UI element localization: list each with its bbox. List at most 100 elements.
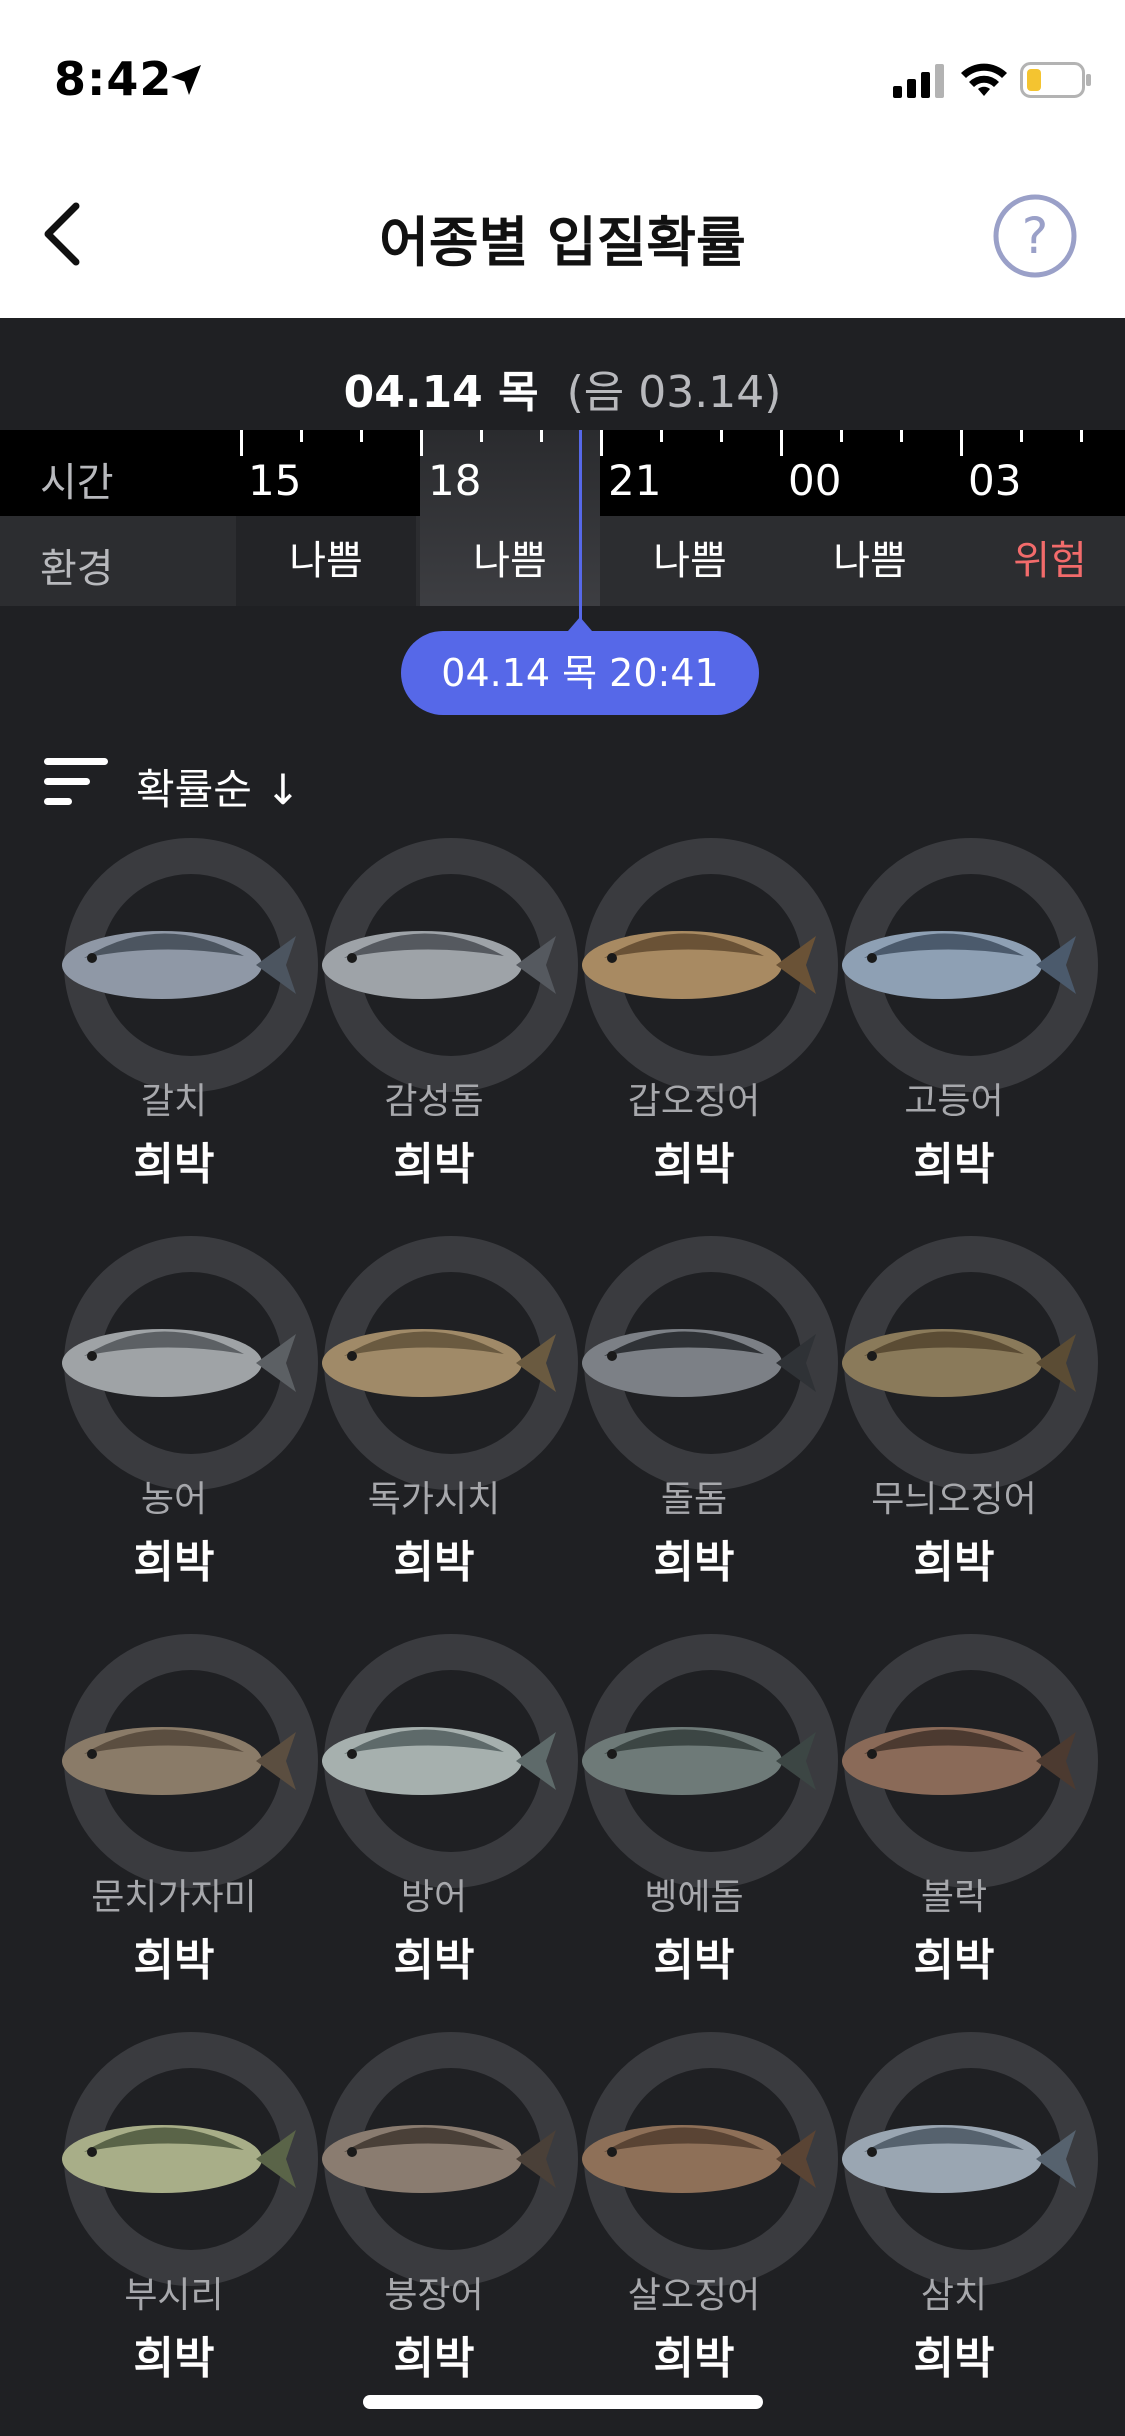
svg-text:?: ? — [1022, 207, 1049, 265]
sort-label: 확률순 ↓ — [136, 765, 301, 814]
hour-label: 21 — [608, 456, 662, 505]
wifi-icon — [961, 63, 1007, 96]
lunar-date-label: (음 03.14) — [566, 367, 782, 418]
fish-card[interactable]: 문치가자미희박 — [44, 1634, 318, 2024]
fish-illustration-icon — [582, 1727, 816, 1795]
condition-cell[interactable]: 나쁨 — [780, 516, 960, 606]
timeline-tick — [840, 430, 843, 442]
fish-illustration-icon — [62, 931, 296, 999]
fish-card[interactable]: 독가시치희박 — [304, 1236, 578, 1626]
fish-name: 감성돔 — [384, 1081, 484, 1122]
fish-card[interactable]: 방어희박 — [304, 1634, 578, 2024]
fish-probability: 희박 — [393, 2333, 475, 2384]
timeline-tick — [660, 430, 663, 442]
fish-illustration-icon — [62, 2125, 296, 2193]
fish-probability: 희박 — [653, 1935, 735, 1986]
hour-label: 18 — [428, 456, 482, 505]
home-indicator — [363, 2395, 763, 2409]
fish-illustration-icon — [62, 1727, 296, 1795]
timeline-tick — [360, 430, 363, 442]
timeline-tick — [420, 430, 423, 456]
fish-illustration-icon — [842, 1727, 1076, 1795]
timeline-ticks[interactable]: 15 18 21 00 03 — [236, 430, 1125, 516]
fish-card[interactable]: 무늬오징어 희박 — [824, 1236, 1098, 1626]
fish-card[interactable]: 부시리희박 — [44, 2032, 318, 2422]
fish-card[interactable]: 붕장어희박 — [304, 2032, 578, 2422]
env-row-label: 환경 — [40, 546, 114, 592]
timeline-tick — [720, 430, 723, 442]
fish-name: 삼치 — [920, 2275, 988, 2316]
fish-card[interactable]: 돌돔희박 — [564, 1236, 838, 1626]
timeline-tick — [300, 430, 303, 442]
help-button[interactable]: ? — [992, 193, 1078, 279]
fish-card[interactable]: 삼치 희박 — [824, 2032, 1098, 2422]
timeline-tick — [960, 430, 963, 456]
battery-icon — [1020, 62, 1091, 98]
fish-card[interactable]: 농어희박 — [44, 1236, 318, 1626]
date-header: 04.14 목 (음 03.14) — [0, 318, 1125, 430]
timeline-tick — [780, 430, 783, 456]
location-arrow-icon — [171, 65, 201, 95]
condition-cells: 나쁨 나쁨 나쁨 나쁨 위험 — [236, 516, 1125, 606]
fish-illustration-icon — [322, 931, 556, 999]
fish-illustration-icon — [842, 1329, 1076, 1397]
fish-name: 붕장어 — [384, 2275, 484, 2316]
time-cursor-line[interactable] — [579, 430, 582, 630]
fish-card[interactable]: 볼락 희박 — [824, 1634, 1098, 2024]
fish-name: 돌돔 — [660, 1479, 728, 1520]
fish-probability: 희박 — [133, 1537, 215, 1588]
time-cursor-arrow — [568, 617, 592, 631]
fish-probability: 희박 — [133, 2333, 215, 2384]
fish-card[interactable]: 감성돔 희박 — [304, 838, 578, 1228]
fish-illustration-icon — [842, 931, 1076, 999]
fish-name: 살오징어 — [627, 2275, 761, 2316]
fish-name: 갈치 — [140, 1081, 208, 1122]
fish-name: 독가시치 — [367, 1479, 501, 1520]
fish-card[interactable]: 갑오징어희박 — [564, 838, 838, 1228]
hour-label: 00 — [788, 456, 842, 505]
sort-lines-icon — [44, 758, 108, 805]
fish-illustration-icon — [842, 2125, 1076, 2193]
hour-label: 03 — [968, 456, 1022, 505]
fish-name: 농어 — [140, 1479, 208, 1520]
fish-illustration-icon — [322, 1727, 556, 1795]
date-label: 04.14 목 — [343, 367, 539, 418]
fish-probability: 희박 — [653, 1139, 735, 1190]
condition-cell[interactable]: 나쁨 — [420, 516, 600, 606]
condition-cell[interactable]: 나쁨 — [236, 516, 416, 606]
cellular-signal-icon — [893, 64, 944, 98]
fish-name: 방어 — [400, 1877, 468, 1918]
condition-cell[interactable]: 나쁨 — [600, 516, 780, 606]
fish-card[interactable]: 갈치희박 — [44, 838, 318, 1228]
fish-name: 부시리 — [124, 2275, 224, 2316]
timeline-tick — [600, 430, 603, 456]
hour-label: 15 — [248, 456, 302, 505]
fish-name: 갑오징어 — [627, 1081, 761, 1122]
fish-probability: 희박 — [913, 1537, 995, 1588]
fish-illustration-icon — [322, 1329, 556, 1397]
fish-name: 벵에돔 — [644, 1877, 744, 1918]
time-row-label: 시간 — [40, 460, 114, 506]
timeline-tick — [900, 430, 903, 442]
fish-probability: 희박 — [133, 1139, 215, 1190]
status-time: 8:42 — [54, 52, 173, 106]
fish-probability: 희박 — [913, 1139, 995, 1190]
condition-cell[interactable]: 위험 — [960, 516, 1125, 606]
fish-card[interactable]: 살오징어 희박 — [564, 2032, 838, 2422]
timeline-tick — [240, 430, 243, 456]
fish-illustration-icon — [582, 2125, 816, 2193]
fish-probability: 희박 — [393, 1935, 475, 1986]
timeline-tick — [480, 430, 483, 442]
fish-card[interactable]: 고등어희박 — [824, 838, 1098, 1228]
timeline-tick — [1080, 430, 1083, 442]
fish-card[interactable]: 벵에돔희박 — [564, 1634, 838, 2024]
fish-name: 고등어 — [904, 1081, 1004, 1122]
fish-name: 볼락 — [920, 1877, 988, 1918]
fish-probability: 희박 — [653, 1537, 735, 1588]
page-title: 어종별 입질확률 — [379, 211, 746, 274]
fish-illustration-icon — [582, 1329, 816, 1397]
fish-name: 문치가자미 — [91, 1877, 257, 1918]
fish-probability: 희박 — [133, 1935, 215, 1986]
timeline-tick — [540, 430, 543, 442]
fish-probability: 희박 — [393, 1537, 475, 1588]
